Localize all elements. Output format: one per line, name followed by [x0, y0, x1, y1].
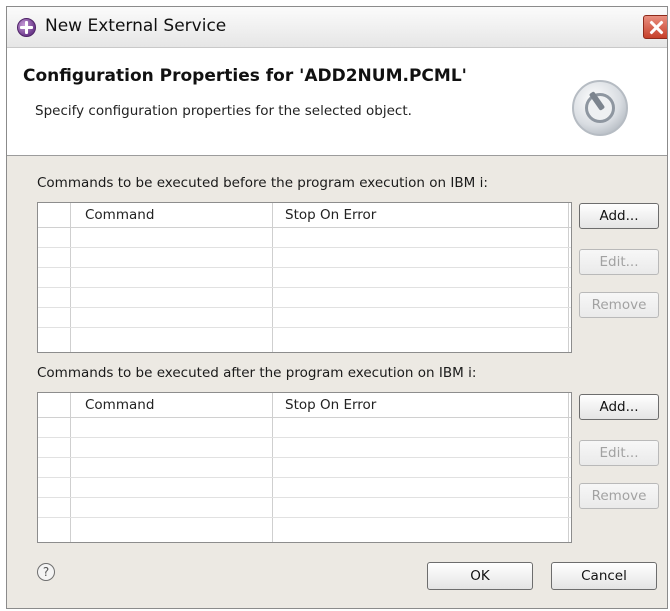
table-row: [38, 497, 571, 498]
app-icon: [17, 18, 36, 37]
window-title: New External Service: [45, 16, 227, 36]
ok-button[interactable]: OK: [427, 562, 533, 590]
page-title: Configuration Properties for 'ADD2NUM.PC…: [23, 66, 467, 86]
before-table-header: Command Stop On Error: [38, 203, 571, 228]
before-commands-table[interactable]: Command Stop On Error: [37, 202, 572, 353]
table-row: [38, 247, 571, 248]
after-remove-button[interactable]: Remove: [579, 483, 659, 509]
grid-line: [568, 393, 569, 542]
table-row: [38, 267, 571, 268]
table-row: [38, 437, 571, 438]
after-table-header: Command Stop On Error: [38, 393, 571, 418]
cancel-button[interactable]: Cancel: [551, 562, 657, 590]
before-commands-label: Commands to be executed before the progr…: [37, 175, 488, 191]
table-row: [38, 477, 571, 478]
grid-line: [272, 393, 273, 542]
before-add-button[interactable]: Add...: [579, 203, 659, 229]
table-row: [38, 457, 571, 458]
before-edit-button[interactable]: Edit...: [579, 249, 659, 275]
after-column-command[interactable]: Command: [85, 397, 154, 413]
after-edit-button[interactable]: Edit...: [579, 440, 659, 466]
after-commands-label: Commands to be executed after the progra…: [37, 365, 477, 381]
table-row: [38, 327, 571, 328]
wizard-banner-icon: [572, 80, 628, 136]
grid-line: [70, 393, 71, 542]
dialog-window: New External Service Configuration Prope…: [6, 6, 668, 609]
title-bar[interactable]: New External Service: [7, 7, 667, 48]
grid-line: [568, 203, 569, 352]
before-column-stop-on-error[interactable]: Stop On Error: [285, 207, 376, 223]
close-icon[interactable]: [643, 15, 667, 39]
table-row: [38, 287, 571, 288]
before-remove-button[interactable]: Remove: [579, 292, 659, 318]
after-commands-table[interactable]: Command Stop On Error: [37, 392, 572, 543]
grid-line: [272, 203, 273, 352]
grid-line: [70, 203, 71, 352]
help-icon[interactable]: ?: [37, 563, 55, 581]
table-row: [38, 307, 571, 308]
after-add-button[interactable]: Add...: [579, 394, 659, 420]
table-row: [38, 517, 571, 518]
before-column-command[interactable]: Command: [85, 207, 154, 223]
page-description: Specify configuration properties for the…: [35, 103, 412, 119]
after-column-stop-on-error[interactable]: Stop On Error: [285, 397, 376, 413]
wizard-header: Configuration Properties for 'ADD2NUM.PC…: [7, 48, 667, 156]
